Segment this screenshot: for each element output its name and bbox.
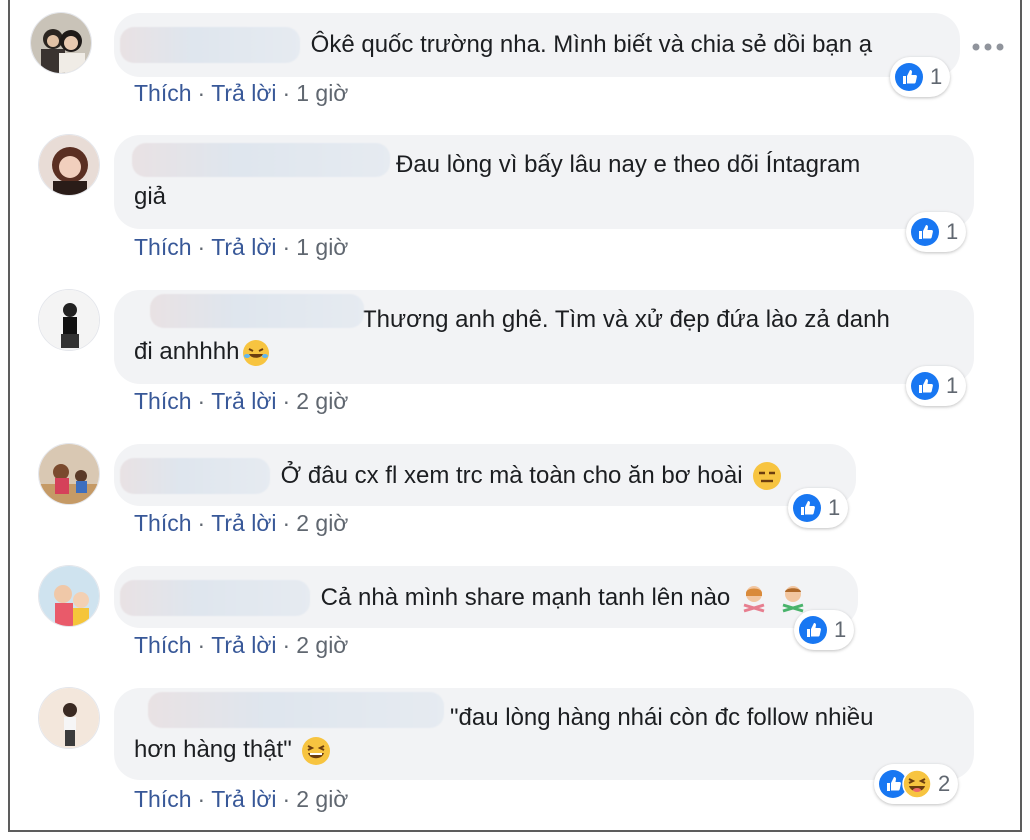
author-name-redacted[interactable]	[148, 692, 444, 728]
like-link[interactable]: Thích	[134, 80, 192, 107]
reply-link[interactable]: Trả lời	[211, 388, 276, 415]
comment-bubble: Cả nhà mình share mạnh tanh lên nào	[114, 566, 858, 628]
reaction-summary[interactable]: 1	[906, 366, 967, 406]
timestamp[interactable]: 1 giờ	[296, 80, 348, 107]
author-name-redacted[interactable]	[120, 27, 300, 63]
separator: ·	[282, 510, 291, 536]
comment-actions: Thích · Trả lời · 2 giờ	[134, 786, 348, 813]
separator: ·	[197, 510, 206, 536]
reaction-count: 1	[946, 373, 959, 398]
more-options-icon[interactable]	[970, 42, 1006, 52]
reply-link[interactable]: Trả lời	[211, 80, 276, 107]
reaction-summary[interactable]: 1	[890, 57, 951, 97]
reaction-summary[interactable]: 1	[788, 488, 849, 528]
timestamp[interactable]: 2 giờ	[296, 388, 348, 415]
reply-link[interactable]: Trả lời	[211, 632, 276, 659]
author-name-redacted[interactable]	[132, 143, 390, 177]
avatar[interactable]	[38, 687, 100, 749]
comment-bubble: "đau lòng hàng nhái còn đc follow nhiều …	[114, 688, 974, 780]
timestamp[interactable]: 1 giờ	[296, 234, 348, 261]
comment-actions: Thích · Trả lời · 2 giờ	[134, 510, 348, 537]
reaction-count: 1	[930, 64, 943, 89]
separator: ·	[282, 234, 291, 260]
avatar[interactable]	[38, 134, 100, 196]
comment-bubble: Ôkê quốc trường nha. Mình biết và chia s…	[114, 13, 960, 77]
comment-actions: Thích · Trả lời · 1 giờ	[134, 234, 348, 261]
separator: ·	[282, 632, 291, 658]
separator: ·	[197, 632, 206, 658]
separator: ·	[197, 786, 206, 812]
comment-bubble: Đau lòng vì bấy lâu nay e theo dõi Íntag…	[114, 135, 974, 229]
comment-text: Cả nhà mình share mạnh tanh lên nào	[320, 584, 731, 611]
grinning-squinting-face-emoji-icon	[302, 736, 331, 765]
like-link[interactable]: Thích	[134, 510, 192, 537]
like-link[interactable]: Thích	[134, 388, 192, 415]
separator: ·	[282, 388, 291, 414]
like-icon	[911, 372, 939, 400]
reaction-count: 2	[938, 771, 951, 796]
comment-text: Ôkê quốc trường nha. Mình biết và chia s…	[310, 31, 873, 58]
comment-text: Ở đâu cx fl xem trc mà toàn cho ăn bơ ho…	[280, 462, 743, 489]
reply-link[interactable]: Trả lời	[211, 510, 276, 537]
woman-gesturing-no-emoji-icon	[743, 586, 765, 613]
separator: ·	[197, 80, 206, 106]
reply-link[interactable]: Trả lời	[211, 786, 276, 813]
rolling-laughing-emoji-icon	[243, 339, 270, 366]
reaction-count: 1	[828, 495, 841, 520]
expressionless-face-emoji-icon	[753, 462, 782, 490]
separator: ·	[197, 388, 206, 414]
like-link[interactable]: Thích	[134, 234, 192, 261]
comment-text-line-2: hơn hàng thật"	[134, 736, 292, 763]
comment-text-line-2: đi anhhhh	[134, 338, 240, 365]
avatar[interactable]	[38, 289, 100, 351]
reply-link[interactable]: Trả lời	[211, 234, 276, 261]
author-name-redacted[interactable]	[150, 294, 364, 328]
like-icon	[799, 616, 827, 644]
reaction-summary[interactable]: 1	[794, 610, 855, 650]
man-gesturing-no-emoji-icon	[782, 586, 804, 613]
reaction-count: 1	[946, 219, 959, 244]
timestamp[interactable]: 2 giờ	[296, 786, 348, 813]
avatar[interactable]	[38, 565, 100, 627]
comment-actions: Thích · Trả lời · 2 giờ	[134, 388, 348, 415]
separator: ·	[282, 80, 291, 106]
avatar[interactable]	[30, 12, 92, 74]
like-icon	[911, 218, 939, 246]
haha-icon	[902, 769, 932, 799]
like-link[interactable]: Thích	[134, 786, 192, 813]
author-name-redacted[interactable]	[120, 458, 270, 494]
comment-actions: Thích · Trả lời · 1 giờ	[134, 80, 348, 107]
reaction-summary[interactable]: 1	[906, 212, 967, 252]
author-name-redacted[interactable]	[120, 580, 310, 616]
like-link[interactable]: Thích	[134, 632, 192, 659]
avatar[interactable]	[38, 443, 100, 505]
like-icon	[793, 494, 821, 522]
comment-text-line-2: giả	[134, 183, 167, 210]
comment-actions: Thích · Trả lời · 2 giờ	[134, 632, 348, 659]
reaction-count: 1	[834, 617, 847, 642]
separator: ·	[282, 786, 291, 812]
timestamp[interactable]: 2 giờ	[296, 632, 348, 659]
comment-bubble: Ở đâu cx fl xem trc mà toàn cho ăn bơ ho…	[114, 444, 856, 506]
reaction-summary[interactable]: 2	[874, 764, 959, 804]
timestamp[interactable]: 2 giờ	[296, 510, 348, 537]
separator: ·	[197, 234, 206, 260]
like-icon	[895, 63, 923, 91]
comment-bubble: Thương anh ghê. Tìm và xử đẹp đứa lào zả…	[114, 290, 974, 384]
comment-thread: Ôkê quốc trường nha. Mình biết và chia s…	[8, 0, 1022, 832]
